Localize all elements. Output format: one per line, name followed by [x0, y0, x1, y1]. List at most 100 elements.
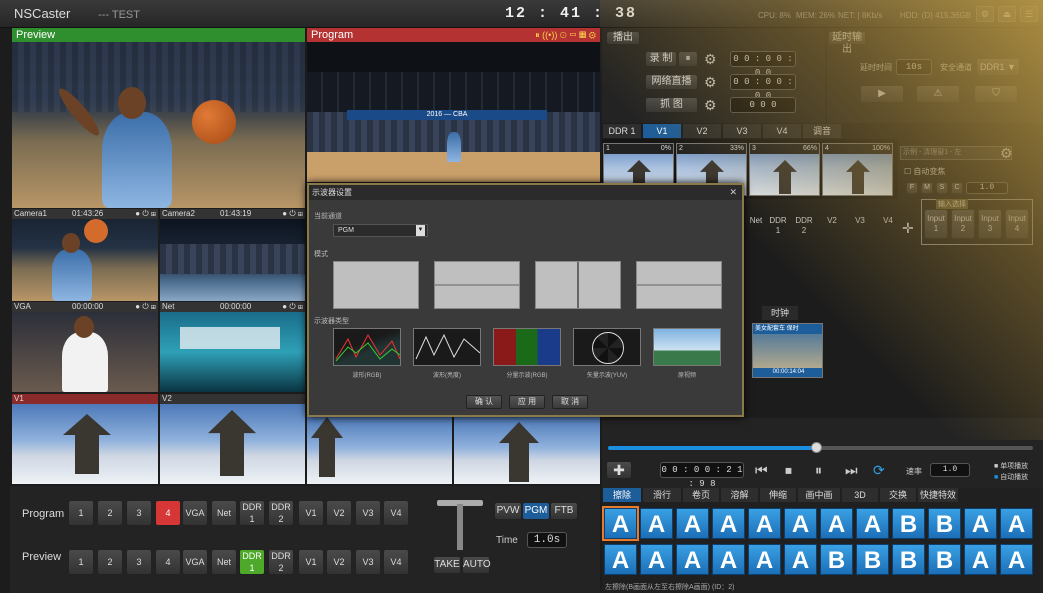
stream-button[interactable]: 网络直播 — [645, 74, 698, 90]
ddr-select[interactable]: DDR1 ▼ — [976, 58, 1020, 76]
program-bus-button[interactable]: 1 — [68, 500, 94, 526]
preview-bus-button[interactable]: 3 — [126, 549, 152, 575]
layout-single[interactable] — [333, 261, 419, 309]
dialog-apply-button[interactable]: 应 用 — [509, 395, 545, 409]
input-button[interactable]: Input 2 — [951, 209, 975, 239]
stream-settings-icon[interactable]: ⚙ — [704, 74, 717, 91]
source-camera1-thumb[interactable] — [12, 219, 158, 301]
transition-tile[interactable]: B — [892, 508, 925, 539]
preset-settings-icon[interactable]: ⚙ — [1000, 145, 1013, 162]
media-tab[interactable]: V2 — [683, 124, 721, 138]
pause-icon[interactable]: ⏸ — [678, 51, 698, 67]
transition-tab[interactable]: 溶解 — [721, 488, 758, 502]
transition-tab[interactable]: 快捷特效 — [918, 488, 958, 502]
transition-tile[interactable]: A — [820, 508, 853, 539]
program-bus-button[interactable]: 2 — [97, 500, 123, 526]
preview-bus-button[interactable]: V1 — [298, 549, 324, 575]
preview-bus-button[interactable]: Net — [211, 549, 237, 575]
transition-tile[interactable]: B — [928, 508, 961, 539]
source-net-thumb[interactable] — [160, 312, 305, 392]
input-button[interactable]: Input 3 — [978, 209, 1002, 239]
program-bus-button[interactable]: VGA — [182, 500, 208, 526]
program-status-icons[interactable]: ⏸ ((•)) ⊙ ▭ ▦ ⚙ — [535, 28, 596, 42]
pause-play-icon[interactable]: ⏸ — [815, 462, 822, 479]
next-icon[interactable]: ⏭ — [845, 462, 858, 479]
seek-handle[interactable] — [811, 442, 822, 453]
t-bar-track[interactable] — [457, 504, 463, 550]
right-source-button[interactable]: DDR 1 — [766, 216, 790, 242]
scope-original-video[interactable] — [653, 328, 721, 366]
transition-tile[interactable]: A — [784, 508, 817, 539]
clock-tab[interactable]: 时钟 — [762, 306, 798, 320]
eject-icon[interactable]: ⏏ — [998, 6, 1016, 22]
record-settings-icon[interactable]: ⚙ — [704, 51, 717, 68]
source-vga-thumb[interactable] — [12, 312, 158, 392]
dialog-cancel-button[interactable]: 取 消 — [552, 395, 588, 409]
rate-field[interactable]: 1.0 — [930, 463, 970, 477]
transition-tile[interactable]: B — [892, 544, 925, 575]
letter-button[interactable]: C — [951, 182, 963, 194]
transition-tile[interactable]: A — [1000, 508, 1033, 539]
scope-vector-yuv[interactable] — [573, 328, 641, 366]
media-tab[interactable]: V4 — [763, 124, 801, 138]
program-bus-button[interactable]: DDR 1 — [239, 500, 265, 526]
transition-tile[interactable]: A — [712, 544, 745, 575]
transition-tile[interactable]: B — [856, 544, 889, 575]
channel-select[interactable]: PGM ▼ — [333, 224, 428, 237]
media-tab[interactable]: V3 — [723, 124, 761, 138]
transition-tile[interactable]: A — [712, 508, 745, 539]
preview-bus-button[interactable]: DDR 1 — [239, 549, 265, 575]
right-source-button[interactable]: DDR 2 — [792, 216, 816, 242]
program-bus-button[interactable]: V1 — [298, 500, 324, 526]
dialog-ok-button[interactable]: 确 认 — [466, 395, 502, 409]
preview-monitor[interactable] — [12, 42, 305, 208]
transition-tab[interactable]: 3D — [842, 488, 878, 502]
transition-tab[interactable]: 滑行 — [643, 488, 681, 502]
clip-thumbnail[interactable]: 美女配套车 保时 00:00:14:04 — [752, 323, 823, 378]
preview-bus-button[interactable]: VGA — [182, 549, 208, 575]
transition-tile[interactable]: A — [964, 508, 997, 539]
add-clip-button[interactable]: ✚ — [606, 461, 632, 479]
program-bus-button[interactable]: V3 — [355, 500, 381, 526]
transition-time-field[interactable]: 1.0s — [527, 532, 567, 548]
preview-bus-button[interactable]: V2 — [326, 549, 352, 575]
transition-tile[interactable]: B — [820, 544, 853, 575]
transition-tile[interactable]: A — [604, 544, 637, 575]
transition-tile[interactable]: A — [676, 508, 709, 539]
snapshot-settings-icon[interactable]: ⚙ — [704, 97, 717, 114]
source-v2-thumb[interactable] — [160, 404, 305, 484]
program-bus-button[interactable]: 3 — [126, 500, 152, 526]
preview-bus-button[interactable]: 1 — [68, 549, 94, 575]
transition-tile[interactable]: A — [676, 544, 709, 575]
preview-bus-button[interactable]: 4 — [155, 549, 181, 575]
transition-tile[interactable]: A — [602, 506, 639, 541]
input-button[interactable]: Input 4 — [1005, 209, 1029, 239]
record-button[interactable]: 录 制 — [645, 51, 677, 67]
program-bus-button[interactable]: Net — [211, 500, 237, 526]
transition-tab[interactable]: 交换 — [880, 488, 916, 502]
seek-progress[interactable] — [608, 446, 818, 450]
ftb-button[interactable]: FTB — [550, 502, 578, 520]
layout-split[interactable] — [535, 261, 621, 309]
stop-icon[interactable]: ⏹ — [785, 462, 792, 479]
pgm-button[interactable]: PGM — [522, 502, 550, 520]
settings-icon[interactable]: ⚙ — [976, 6, 994, 22]
program-bus-button[interactable]: V4 — [383, 500, 409, 526]
transition-tile[interactable]: A — [640, 508, 673, 539]
auto-play-option[interactable]: ■ 自动播放 — [994, 472, 1028, 482]
program-bus-button[interactable]: V2 — [326, 500, 352, 526]
transition-tile[interactable]: A — [1000, 544, 1033, 575]
transition-tab[interactable]: 擦除 — [603, 488, 641, 502]
source-v1-thumb[interactable] — [12, 404, 158, 484]
right-source-button[interactable]: Net — [744, 216, 768, 242]
program-monitor[interactable]: 2016 — CBA — [307, 42, 600, 182]
source-v4-thumb[interactable] — [454, 417, 600, 484]
delay-play-button[interactable]: ▶ — [860, 85, 904, 103]
transition-tile[interactable]: A — [784, 544, 817, 575]
speed-field[interactable]: 1.0 — [966, 182, 1008, 194]
preview-bus-button[interactable]: DDR 2 — [268, 549, 294, 575]
letter-button[interactable]: F — [906, 182, 918, 194]
auto-button[interactable]: AUTO — [462, 556, 491, 574]
clip-item[interactable]: 4 100% — [822, 143, 893, 196]
transition-tile[interactable]: A — [856, 508, 889, 539]
